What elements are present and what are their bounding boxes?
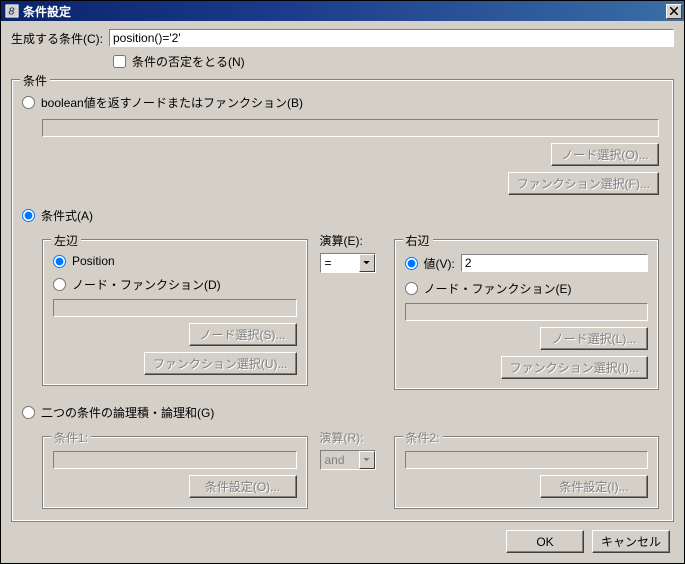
expression-area: 左辺 Position ノード・ファンクション(D) ノード選択(S)... <box>42 230 659 390</box>
cond1-group: 条件1: 条件設定(O)... <box>42 436 308 509</box>
radio-two-conditions-label: 二つの条件の論理積・論理和(G) <box>41 404 214 421</box>
left-side-group: 左辺 Position ノード・ファンクション(D) ノード選択(S)... <box>42 239 308 386</box>
left-radio-nodefunc[interactable]: ノード・ファンクション(D) <box>53 276 297 293</box>
left-nodefunc-field <box>53 299 297 317</box>
boolean-node-button[interactable]: ノード選択(O)... <box>551 143 659 166</box>
dialog-footer: OK キャンセル <box>506 530 670 553</box>
title-bar: 8 条件設定 <box>1 1 684 21</box>
chevron-down-icon <box>359 451 375 469</box>
right-radio-nodefunc-label: ノード・ファンクション(E) <box>424 280 572 297</box>
client-area: 生成する条件(C): 条件の否定をとる(N) 条件 boolean値を返すノード… <box>1 21 684 563</box>
close-icon[interactable] <box>666 4 682 19</box>
radio-expression-label: 条件式(A) <box>41 207 93 224</box>
right-func-button[interactable]: ファンクション選択(I)... <box>501 356 648 379</box>
condition-group-legend: 条件 <box>20 72 50 89</box>
left-radio-position[interactable]: Position <box>53 254 297 268</box>
condition-group: 条件 boolean値を返すノードまたはファンクション(B) ノード選択(O).… <box>11 79 674 522</box>
cond2-settings-button[interactable]: 条件設定(I)... <box>540 475 648 498</box>
right-value-input[interactable] <box>461 254 648 272</box>
window-title: 条件設定 <box>23 3 666 20</box>
negate-row: 条件の否定をとる(N) <box>113 53 674 70</box>
left-side-legend: 左辺 <box>51 232 81 249</box>
negate-checkbox-label: 条件の否定をとる(N) <box>132 53 245 70</box>
generated-condition-label: 生成する条件(C): <box>11 30 103 47</box>
cond2-group: 条件2: 条件設定(I)... <box>394 436 660 509</box>
generated-condition-input[interactable] <box>109 29 674 47</box>
left-node-button[interactable]: ノード選択(S)... <box>189 323 297 346</box>
two-operator-value: and <box>321 451 359 469</box>
right-radio-value[interactable]: 値(V): <box>405 255 455 272</box>
right-radio-nodefunc[interactable]: ノード・ファンクション(E) <box>405 280 649 297</box>
radio-boolean[interactable]: boolean値を返すノードまたはファンクション(B) <box>22 94 663 111</box>
operator-label: 演算(E): <box>320 234 363 248</box>
generated-condition-row: 生成する条件(C): <box>11 29 674 47</box>
cond1-settings-button[interactable]: 条件設定(O)... <box>189 475 297 498</box>
two-operator-select[interactable]: and <box>320 450 376 470</box>
dialog-window: 8 条件設定 生成する条件(C): 条件の否定をとる(N) 条件 boolea <box>0 0 685 564</box>
left-radio-nodefunc-label: ノード・ファンクション(D) <box>72 276 221 293</box>
right-side-legend: 右辺 <box>403 232 433 249</box>
negate-checkbox[interactable]: 条件の否定をとる(N) <box>113 53 245 70</box>
boolean-area: ノード選択(O)... ファンクション選択(F)... <box>42 119 659 195</box>
operator-select[interactable]: = <box>320 253 376 273</box>
boolean-func-button[interactable]: ファンクション選択(F)... <box>508 172 659 195</box>
cond1-field <box>53 451 297 469</box>
cond1-legend: 条件1: <box>51 429 91 446</box>
operator-value: = <box>321 254 359 272</box>
app-icon: 8 <box>5 4 19 18</box>
cond2-field <box>405 451 649 469</box>
cond2-legend: 条件2: <box>403 429 443 446</box>
two-operator-area: 演算(R): and <box>320 427 382 470</box>
left-func-button[interactable]: ファンクション選択(U)... <box>144 352 297 375</box>
right-side-group: 右辺 値(V): ノード・ファンクション(E) ノード選択 <box>394 239 660 390</box>
two-operator-label: 演算(R): <box>320 431 364 445</box>
right-nodefunc-field <box>405 303 649 321</box>
right-node-button[interactable]: ノード選択(L)... <box>540 327 648 350</box>
radio-expression[interactable]: 条件式(A) <box>22 207 663 224</box>
ok-button[interactable]: OK <box>506 530 584 553</box>
radio-boolean-label: boolean値を返すノードまたはファンクション(B) <box>41 94 303 111</box>
left-radio-position-label: Position <box>72 254 115 268</box>
boolean-field <box>42 119 659 137</box>
two-conditions-area: 条件1: 条件設定(O)... 演算(R): and <box>42 427 659 509</box>
cancel-button[interactable]: キャンセル <box>592 530 670 553</box>
radio-two-conditions[interactable]: 二つの条件の論理積・論理和(G) <box>22 404 663 421</box>
chevron-down-icon <box>359 254 375 272</box>
operator-area: 演算(E): = <box>320 230 382 273</box>
svg-text:8: 8 <box>9 6 15 18</box>
right-radio-value-label: 値(V): <box>424 255 455 272</box>
